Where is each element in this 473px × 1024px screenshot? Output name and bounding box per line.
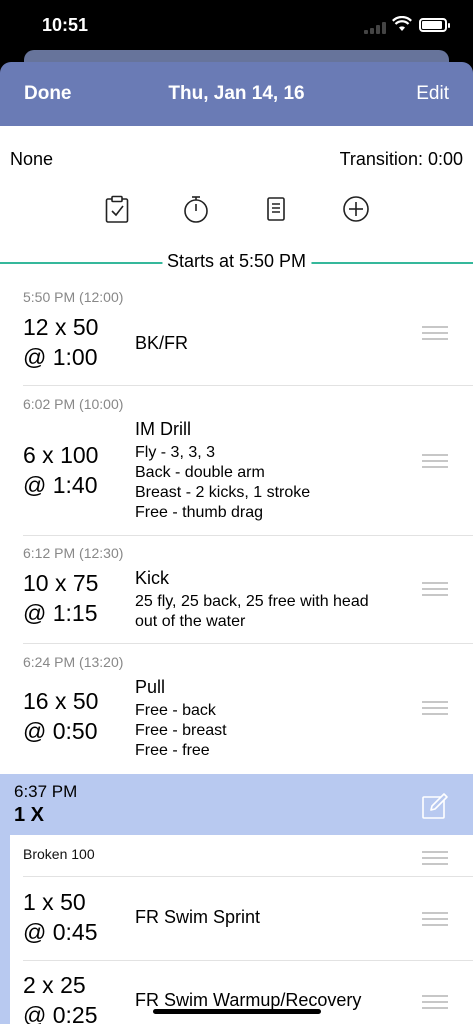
group-name-row[interactable]: Broken 100 [0,835,473,877]
set-reps: 12 x 50 @ 1:00 [23,312,98,372]
edit-button[interactable]: Edit [416,83,449,105]
set-detail-line: Free - thumb drag [135,504,264,521]
set-row[interactable]: 2 x 25 @ 0:25 FR Swim Warmup/Recovery [0,961,473,1024]
set-count: 2 x 25 [23,972,86,998]
set-description: IM Drill Fly - 3, 3, 3 Back - double arm… [135,417,425,523]
set-description: BK/FR [135,331,425,357]
set-title: IM Drill [135,419,191,439]
set-description: Kick 25 fly, 25 back, 25 free with head … [135,566,425,632]
set-row[interactable]: 5:50 PM (12:00) 12 x 50 @ 1:00 BK/FR [0,278,473,386]
set-detail-line: out of the water [135,613,246,630]
group-time: 6:37 PM [14,782,78,801]
status-time: 10:51 [42,15,89,35]
set-description: FR Swim Sprint [135,905,425,931]
set-title: Kick [135,568,170,588]
equipment-label[interactable]: None [10,149,53,170]
set-reps: 16 x 50 @ 0:50 [23,686,98,746]
set-row[interactable]: 6:02 PM (10:00) 6 x 100 @ 1:40 IM Drill … [0,386,473,536]
reorder-handle-icon[interactable] [422,912,448,926]
set-title: Pull [135,677,166,697]
reorder-handle-icon[interactable] [422,701,448,715]
set-reps: 2 x 25 @ 0:25 [23,970,98,1024]
set-interval: @ 1:00 [23,344,98,370]
page-title: Thu, Jan 14, 16 [168,83,305,104]
set-title: FR Swim Sprint [135,907,261,927]
set-count: 1 x 50 [23,889,86,915]
reorder-handle-icon[interactable] [422,582,448,596]
wifi-icon [392,16,412,31]
start-time-divider: Starts at 5:50 PM [0,250,473,276]
set-row[interactable]: 6:24 PM (13:20) 16 x 50 @ 0:50 Pull Free… [0,644,473,774]
set-row[interactable]: 1 x 50 @ 0:45 FR Swim Sprint [0,877,473,961]
set-count: 6 x 100 [23,442,99,468]
workout-content: None Transition: 0:00 Starts at 5:50 PM … [0,126,473,1024]
set-row[interactable]: 6:12 PM (12:30) 10 x 75 @ 1:15 Kick 25 f… [0,536,473,644]
set-time: 5:50 PM (12:00) [23,289,124,305]
reorder-handle-icon[interactable] [422,851,448,865]
set-title: BK/FR [135,333,189,353]
set-interval: @ 1:40 [23,472,98,498]
reorder-handle-icon[interactable] [422,326,448,340]
set-interval: @ 0:45 [23,919,98,945]
edit-pencil-icon[interactable] [421,792,449,820]
clipboard-check-icon[interactable] [102,194,132,224]
set-interval: @ 1:15 [23,600,98,626]
set-description: Pull Free - back Free - breast Free - fr… [135,675,425,761]
info-row: None Transition: 0:00 [0,126,473,188]
toolbar [0,194,473,228]
status-bar: 10:51 [0,0,473,50]
reorder-handle-icon[interactable] [422,454,448,468]
group-name: Broken 100 [23,846,95,862]
start-time-label: Starts at 5:50 PM [161,251,312,272]
battery-icon [419,18,450,32]
set-count: 12 x 50 [23,314,99,340]
set-reps: 10 x 75 @ 1:15 [23,568,98,628]
set-detail-line: Breast - 2 kicks, 1 stroke [135,484,311,501]
group-header[interactable]: 6:37 PM 1 X [0,774,473,835]
add-circle-icon[interactable] [341,194,371,224]
set-time: 6:02 PM (10:00) [23,396,124,412]
set-detail-line: Fly - 3, 3, 3 [135,444,216,461]
set-count: 16 x 50 [23,688,99,714]
stopwatch-icon[interactable] [181,194,211,224]
set-detail-line: Back - double arm [135,464,265,481]
cellular-signal-icon [364,22,386,34]
set-interval: @ 0:25 [23,1002,98,1024]
set-detail-line: Free - free [135,742,210,759]
note-icon[interactable] [261,194,291,224]
set-detail-line: Free - breast [135,722,227,739]
home-indicator [153,1009,321,1014]
navigation-bar: Done Thu, Jan 14, 16 Edit [0,62,473,126]
set-interval: @ 0:50 [23,718,98,744]
transition-label[interactable]: Transition: 0:00 [340,149,463,170]
set-time: 6:12 PM (12:30) [23,545,124,561]
set-reps: 1 x 50 @ 0:45 [23,887,98,947]
set-time: 6:24 PM (13:20) [23,654,124,670]
group-repeat-count: 1 X [14,804,45,826]
set-detail-line: Free - back [135,702,216,719]
reorder-handle-icon[interactable] [422,995,448,1009]
set-count: 10 x 75 [23,570,99,596]
set-detail-line: 25 fly, 25 back, 25 free with head [135,593,369,610]
set-reps: 6 x 100 @ 1:40 [23,440,98,500]
